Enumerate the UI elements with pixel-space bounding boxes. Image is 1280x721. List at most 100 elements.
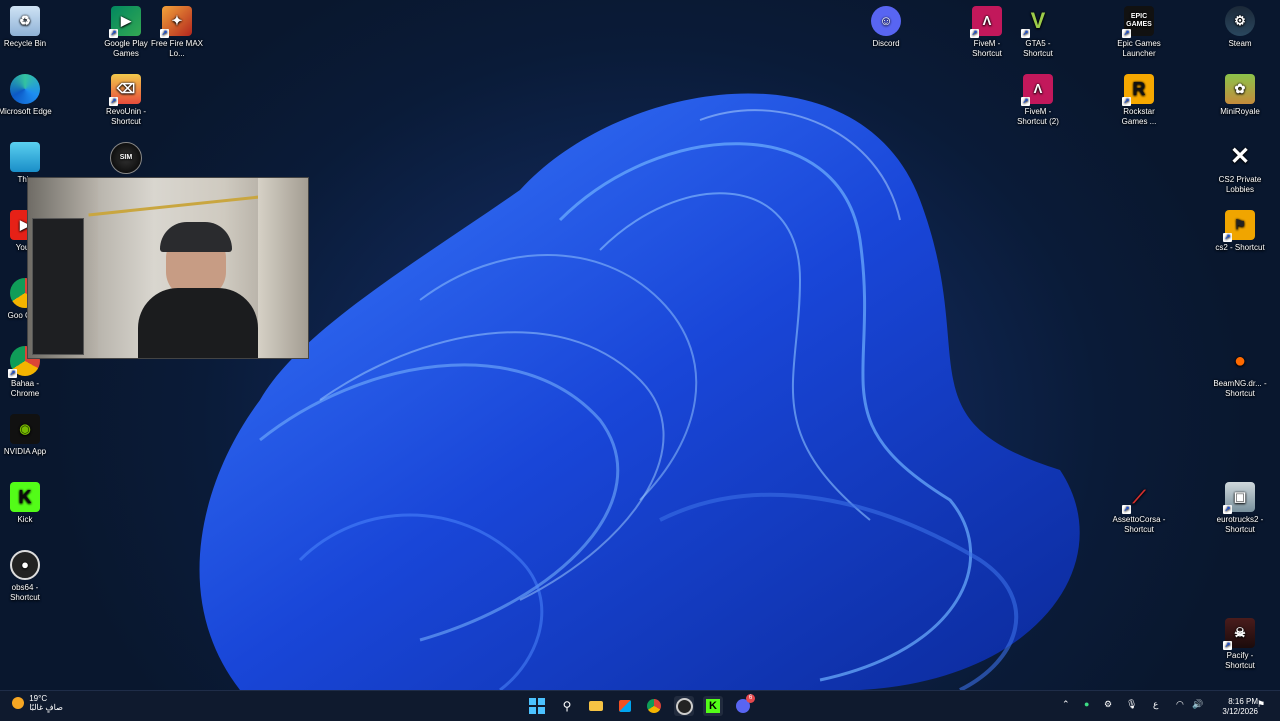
sim-text: SIM — [119, 154, 133, 161]
shortcut-arrow-icon: ↗ — [1021, 29, 1030, 38]
gta5-desktop-icon[interactable]: V ↗ GTA5 - Shortcut — [1011, 6, 1065, 59]
search-button[interactable]: ⚲ — [557, 696, 577, 716]
revo-label: RevoUnin - Shortcut — [105, 107, 146, 126]
store-button[interactable] — [615, 696, 635, 716]
chrome-icon — [647, 699, 661, 713]
cs2-label: cs2 - Shortcut — [1215, 243, 1265, 252]
chrome-taskbar-button[interactable] — [644, 696, 664, 716]
shortcut-arrow-icon: ↗ — [970, 29, 979, 38]
recycle-bin-desktop-icon[interactable]: ♻ Recycle Bin — [0, 6, 52, 49]
shortcut-arrow-icon: ↗ — [1122, 29, 1131, 38]
free-fire-icon: ✦ ↗ — [160, 6, 192, 38]
curtain-right — [258, 178, 308, 358]
obs-label: obs64 - Shortcut — [10, 583, 40, 602]
discord-desktop-icon[interactable]: ☺ Discord — [859, 6, 913, 49]
weather-icon — [12, 697, 24, 709]
recycle-bin-label: Recycle Bin — [3, 39, 47, 48]
show-hidden-icons-chevron-icon[interactable]: ⌃ — [1062, 699, 1070, 710]
shortcut-arrow-icon: ↗ — [1223, 505, 1232, 514]
shortcut-arrow-icon: ↗ — [109, 29, 118, 38]
bahaa-chrome-label: Bahaa - Chrome — [10, 379, 40, 398]
cross-x-icon: ✕ — [1229, 143, 1251, 170]
pacify-icon: ☠ ↗ — [1223, 618, 1255, 650]
steam-desktop-icon[interactable]: ⚙ Steam — [1213, 6, 1267, 49]
kick-label: Kick — [17, 515, 33, 524]
miniroyale-desktop-icon[interactable]: ✿ MiniRoyale — [1213, 74, 1267, 117]
tray-status-icon[interactable]: ● — [1084, 699, 1089, 709]
obs-desktop-icon[interactable]: ● obs64 - Shortcut — [0, 550, 52, 603]
obs-taskbar-button[interactable] — [674, 696, 694, 716]
rockstar-desktop-icon[interactable]: R ↗ Rockstar Games ... — [1112, 74, 1166, 127]
pacify-label: Pacify - Shortcut — [1225, 651, 1255, 670]
weather-temp: 19°C — [29, 694, 48, 703]
sim-icon: SIM — [110, 142, 142, 174]
edge-icon — [10, 74, 40, 104]
beamng-desktop-icon[interactable]: ● BeamNG.dr... - Shortcut — [1213, 346, 1267, 399]
weather-widget[interactable]: 19°C صافٍ غالبًا — [12, 694, 63, 712]
store-icon — [619, 700, 631, 712]
file-explorer-button[interactable] — [586, 696, 606, 716]
webcam-overlay — [27, 177, 309, 359]
notification-bell-icon[interactable]: ⚑ — [1257, 699, 1265, 710]
shortcut-arrow-icon: ↗ — [109, 97, 118, 106]
obs-icon: ● — [10, 550, 40, 580]
wifi-icon[interactable]: ◠ — [1176, 699, 1184, 710]
obs-icon — [675, 697, 693, 715]
epic-desktop-icon[interactable]: EPIC GAMES ↗ Epic Games Launcher — [1112, 6, 1166, 59]
fivem2-label: FiveM - Shortcut (2) — [1017, 107, 1059, 126]
free-fire-desktop-icon[interactable]: ✦ ↗ Free Fire MAX Lo... — [150, 6, 204, 59]
free-fire-label: Free Fire MAX Lo... — [150, 39, 203, 58]
shortcut-arrow-icon: ↗ — [160, 29, 169, 38]
nvidia-desktop-icon[interactable]: ◉ NVIDIA App — [0, 414, 52, 457]
shortcut-arrow-icon: ↗ — [1122, 505, 1131, 514]
steam-tray-icon[interactable]: ⚙ — [1104, 699, 1112, 710]
gta5-icon: V ↗ — [1021, 8, 1046, 38]
start-button[interactable] — [527, 696, 547, 716]
cs2-private-label: CS2 Private Lobbies — [1218, 175, 1262, 194]
beamng-icon: ● — [1233, 350, 1247, 372]
shortcut-arrow-icon: ↗ — [1223, 233, 1232, 242]
clock[interactable]: 8:16 PM 3/12/2026 — [1222, 697, 1258, 717]
kick-taskbar-button[interactable]: K — [703, 696, 723, 716]
fivem-desktop-icon[interactable]: Λ ↗ FiveM - Shortcut — [960, 6, 1014, 59]
kick-desktop-icon[interactable]: K Kick — [0, 482, 52, 525]
rockstar-label: Rockstar Games ... — [1121, 107, 1157, 126]
person-silhouette — [138, 218, 258, 358]
cs2-desktop-icon[interactable]: ⚑ ↗ cs2 - Shortcut — [1213, 210, 1267, 253]
pacify-desktop-icon[interactable]: ☠ ↗ Pacify - Shortcut — [1213, 618, 1267, 671]
assetto-desktop-icon[interactable]: ⟋ ↗ AssettoCorsa - Shortcut — [1112, 482, 1166, 535]
kick-icon: K — [10, 482, 40, 512]
clock-time: 8:16 PM — [1228, 697, 1258, 706]
pc-tower — [32, 218, 84, 355]
kick-letter: K — [18, 487, 32, 507]
notification-badge: 6 — [746, 694, 755, 703]
discord-label: Discord — [872, 39, 900, 48]
edge-label: Microsoft Edge — [0, 107, 52, 116]
assetto-label: AssettoCorsa - Shortcut — [1112, 515, 1166, 534]
eurotrucks-desktop-icon[interactable]: ▣ ↗ eurotrucks2 - Shortcut — [1213, 482, 1267, 535]
sim-desktop-icon[interactable]: SIM — [99, 142, 153, 177]
fivem2-desktop-icon[interactable]: Λ ↗ FiveM - Shortcut (2) — [1011, 74, 1065, 127]
input-language-indicator[interactable]: ع — [1153, 699, 1158, 710]
assetto-corsa-icon: ⟋ ↗ — [1122, 487, 1146, 514]
rockstar-letter: R — [1132, 79, 1146, 99]
microphone-icon[interactable]: 🎙 — [1126, 699, 1137, 710]
nvidia-label: NVIDIA App — [3, 447, 47, 456]
nvidia-icon: ◉ — [10, 414, 40, 444]
cs2-icon: ⚑ ↗ — [1223, 210, 1255, 242]
google-play-games-desktop-icon[interactable]: ▶ ↗ Google Play Games — [99, 6, 153, 59]
shortcut-arrow-icon: ↗ — [1223, 641, 1232, 650]
steam-icon: ⚙ — [1225, 6, 1255, 36]
edge-desktop-icon[interactable]: Microsoft Edge — [0, 74, 52, 117]
discord-taskbar-button[interactable]: 6 — [733, 694, 755, 716]
fivem-icon: Λ ↗ — [970, 6, 1002, 38]
cs2-private-desktop-icon[interactable]: ✕ CS2 Private Lobbies — [1213, 142, 1267, 195]
kick-icon: K — [706, 699, 720, 713]
miniroyale-icon: ✿ — [1225, 74, 1255, 104]
fivem-label: FiveM - Shortcut — [972, 39, 1002, 58]
discord-icon: ☺ — [871, 6, 901, 36]
revo-desktop-icon[interactable]: ⌫ ↗ RevoUnin - Shortcut — [99, 74, 153, 127]
google-play-games-label: Google Play Games — [104, 39, 148, 58]
volume-icon[interactable]: 🔊 — [1192, 699, 1203, 710]
epic-games-icon: EPIC GAMES ↗ — [1122, 6, 1154, 38]
